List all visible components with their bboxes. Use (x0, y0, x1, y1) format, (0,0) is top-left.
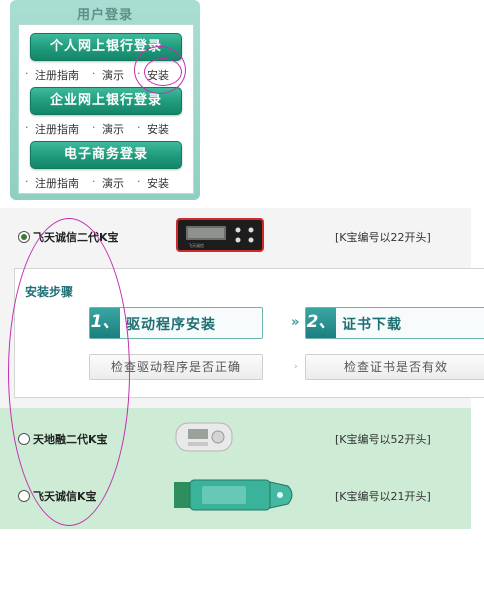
usb-key-device-image (174, 420, 236, 454)
separator-dot: · (25, 121, 29, 134)
usb-key-device-image: 飞天诚信 (176, 218, 264, 252)
register-guide-link[interactable]: 注册指南 (35, 175, 79, 191)
small-arrow-icon: › (294, 362, 298, 372)
cert-download-label: 证书下载 (342, 317, 402, 333)
check-cert-button[interactable]: 检查证书是否有效 (305, 354, 484, 380)
ecommerce-login-button[interactable]: 电子商务登录 (30, 141, 182, 169)
driver-install-label: 驱动程序安装 (126, 317, 216, 333)
separator-dot: · (137, 121, 141, 134)
cert-download-button[interactable]: 2、 证书下载 (305, 307, 484, 339)
device-brand-text: 飞天诚信 (188, 242, 204, 248)
annotation-ellipse (8, 218, 130, 526)
token-code-feitian-gen2: [K宝编号以22开头] (335, 231, 431, 244)
token-radio-feitian[interactable] (18, 490, 30, 502)
next-step-arrow-icon: » (291, 315, 300, 330)
install-link[interactable]: 安装 (147, 175, 169, 191)
token-code-feitian: [K宝编号以21开头] (335, 490, 431, 503)
token-radio-feitian-gen2[interactable] (18, 231, 30, 243)
install-link[interactable]: 安装 (147, 121, 169, 137)
demo-link[interactable]: 演示 (102, 121, 124, 137)
register-guide-link[interactable]: 注册指南 (35, 67, 79, 83)
annotation-circle-inner (144, 58, 182, 86)
separator-dot: · (92, 121, 96, 134)
login-panel: 用户登录 个人网上银行登录 · 注册指南 · 演示 · 安装 企业网上银行登录 … (10, 0, 200, 200)
step-number-2: 2、 (306, 308, 336, 338)
demo-link[interactable]: 演示 (102, 175, 124, 191)
separator-dot: · (25, 175, 29, 188)
usb-key-device-image (172, 476, 298, 514)
separator-dot: · (137, 175, 141, 188)
demo-link[interactable]: 演示 (102, 67, 124, 83)
login-title: 用户登录 (76, 8, 133, 23)
register-guide-link[interactable]: 注册指南 (35, 121, 79, 137)
separator-dot: · (92, 67, 96, 80)
token-code-tiandirong-gen2: [K宝编号以52开头] (335, 433, 431, 446)
separator-dot: · (92, 175, 96, 188)
separator-dot: · (25, 67, 29, 80)
